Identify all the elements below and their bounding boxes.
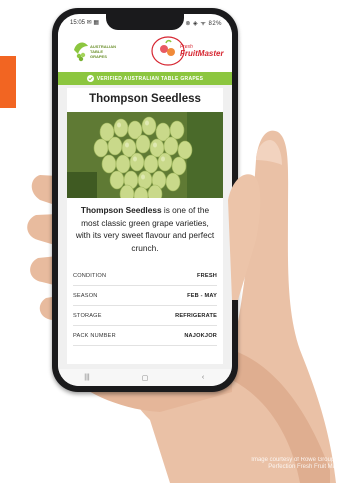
image-credit: Image courtesy of Rowe Group and Perfect… xyxy=(196,457,346,471)
credit-line-2: Perfection Fresh Fruit Master xyxy=(268,464,346,470)
thumb-overlay xyxy=(228,174,261,300)
credit-line-1: Image courtesy of Rowe Group and xyxy=(251,457,346,463)
